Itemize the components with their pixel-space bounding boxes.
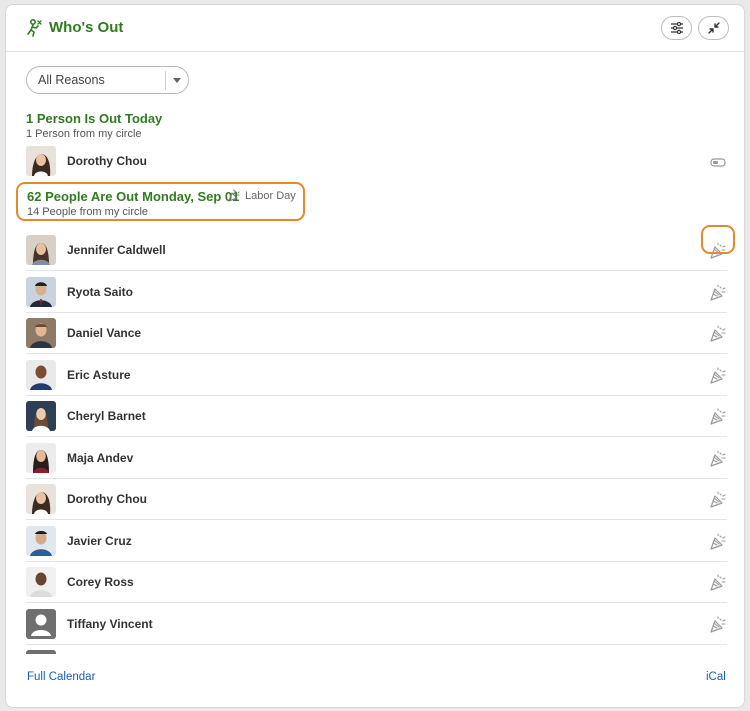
collapse-button[interactable] xyxy=(698,16,729,40)
list-item[interactable]: Dorothy Chou xyxy=(26,479,727,520)
person-name[interactable]: Daniel Vance xyxy=(67,326,141,340)
upcoming-section-title: 62 People Are Out Monday, Sep 01 xyxy=(27,189,240,204)
avatar xyxy=(26,359,56,390)
today-section-subtitle: 1 Person from my circle xyxy=(26,128,142,140)
list-item[interactable]: Ryota Saito xyxy=(26,272,727,313)
person-name[interactable]: Cheryl Barnet xyxy=(67,409,146,423)
holiday-name: Labor Day xyxy=(245,190,296,202)
party-popper-icon xyxy=(710,366,726,384)
person-name[interactable]: Corey Ross xyxy=(67,575,134,589)
reason-filter-select[interactable]: All Reasons xyxy=(26,66,189,94)
party-popper-icon xyxy=(710,325,726,342)
chevron-down-icon[interactable] xyxy=(173,78,181,83)
person-name[interactable]: Ryota Saito xyxy=(67,285,133,299)
icon-highlight xyxy=(701,225,735,254)
party-popper-icon xyxy=(710,449,726,467)
avatar xyxy=(26,650,56,654)
toggle-icon xyxy=(710,158,726,167)
person-name[interactable]: Dorothy Chou xyxy=(67,492,147,506)
person-name[interactable]: Eric Asture xyxy=(67,368,131,382)
people-list: Jennifer Caldwell Ryota Saito Daniel Vance… xyxy=(6,230,744,654)
person-name[interactable]: Jennifer Caldwell xyxy=(67,243,166,257)
select-separator xyxy=(165,71,166,90)
avatar xyxy=(26,525,56,556)
upcoming-section-subtitle: 14 People from my circle xyxy=(27,206,149,218)
collapse-arrows-icon xyxy=(707,22,720,34)
party-popper-icon xyxy=(228,189,240,202)
avatar xyxy=(26,146,56,176)
list-item[interactable]: Kellie Turner xyxy=(26,645,727,654)
party-popper-icon xyxy=(710,574,726,591)
party-popper-icon xyxy=(710,615,726,633)
widget-title: Who's Out xyxy=(49,19,124,36)
person-name[interactable]: Javier Cruz xyxy=(67,534,132,548)
list-item[interactable]: Tiffany Vincent xyxy=(26,604,727,645)
person-out-icon xyxy=(27,18,42,37)
today-section-title: 1 Person Is Out Today xyxy=(26,111,163,126)
list-item[interactable]: Cheryl Barnet xyxy=(26,396,727,437)
list-item[interactable]: Daniel Vance xyxy=(26,313,727,354)
avatar xyxy=(26,567,56,597)
full-calendar-link[interactable]: Full Calendar xyxy=(27,671,95,683)
widget-footer: Full Calendar iCal xyxy=(6,655,744,707)
sliders-icon xyxy=(670,22,683,34)
party-popper-icon xyxy=(710,532,726,550)
filter-settings-button[interactable] xyxy=(661,16,692,40)
list-item[interactable]: Jennifer Caldwell xyxy=(26,230,727,271)
avatar xyxy=(26,484,56,514)
reason-filter-value: All Reasons xyxy=(38,73,105,87)
avatar xyxy=(26,442,56,473)
party-popper-icon xyxy=(710,283,726,301)
list-item[interactable]: Dorothy Chou xyxy=(26,141,727,182)
list-item[interactable]: Corey Ross xyxy=(26,562,727,603)
person-name[interactable]: Tiffany Vincent xyxy=(67,617,153,631)
person-name[interactable]: Dorothy Chou xyxy=(67,154,147,168)
list-item[interactable]: Eric Asture xyxy=(26,355,727,396)
avatar xyxy=(26,235,56,265)
holiday-label: Labor Day xyxy=(227,189,296,203)
party-popper-icon xyxy=(710,408,726,425)
party-popper-icon xyxy=(710,491,726,508)
avatar xyxy=(26,401,56,431)
list-item[interactable]: Javier Cruz xyxy=(26,521,727,562)
avatar xyxy=(26,608,56,639)
avatar xyxy=(26,276,56,307)
widget-header: Who's Out xyxy=(6,5,744,52)
whos-out-widget: Who's Out All Reasons 1 Person Is Out To… xyxy=(5,4,745,708)
ical-link[interactable]: iCal xyxy=(706,671,726,683)
list-item[interactable]: Maja Andev xyxy=(26,438,727,479)
person-name[interactable]: Maja Andev xyxy=(67,451,133,465)
avatar xyxy=(26,318,56,348)
